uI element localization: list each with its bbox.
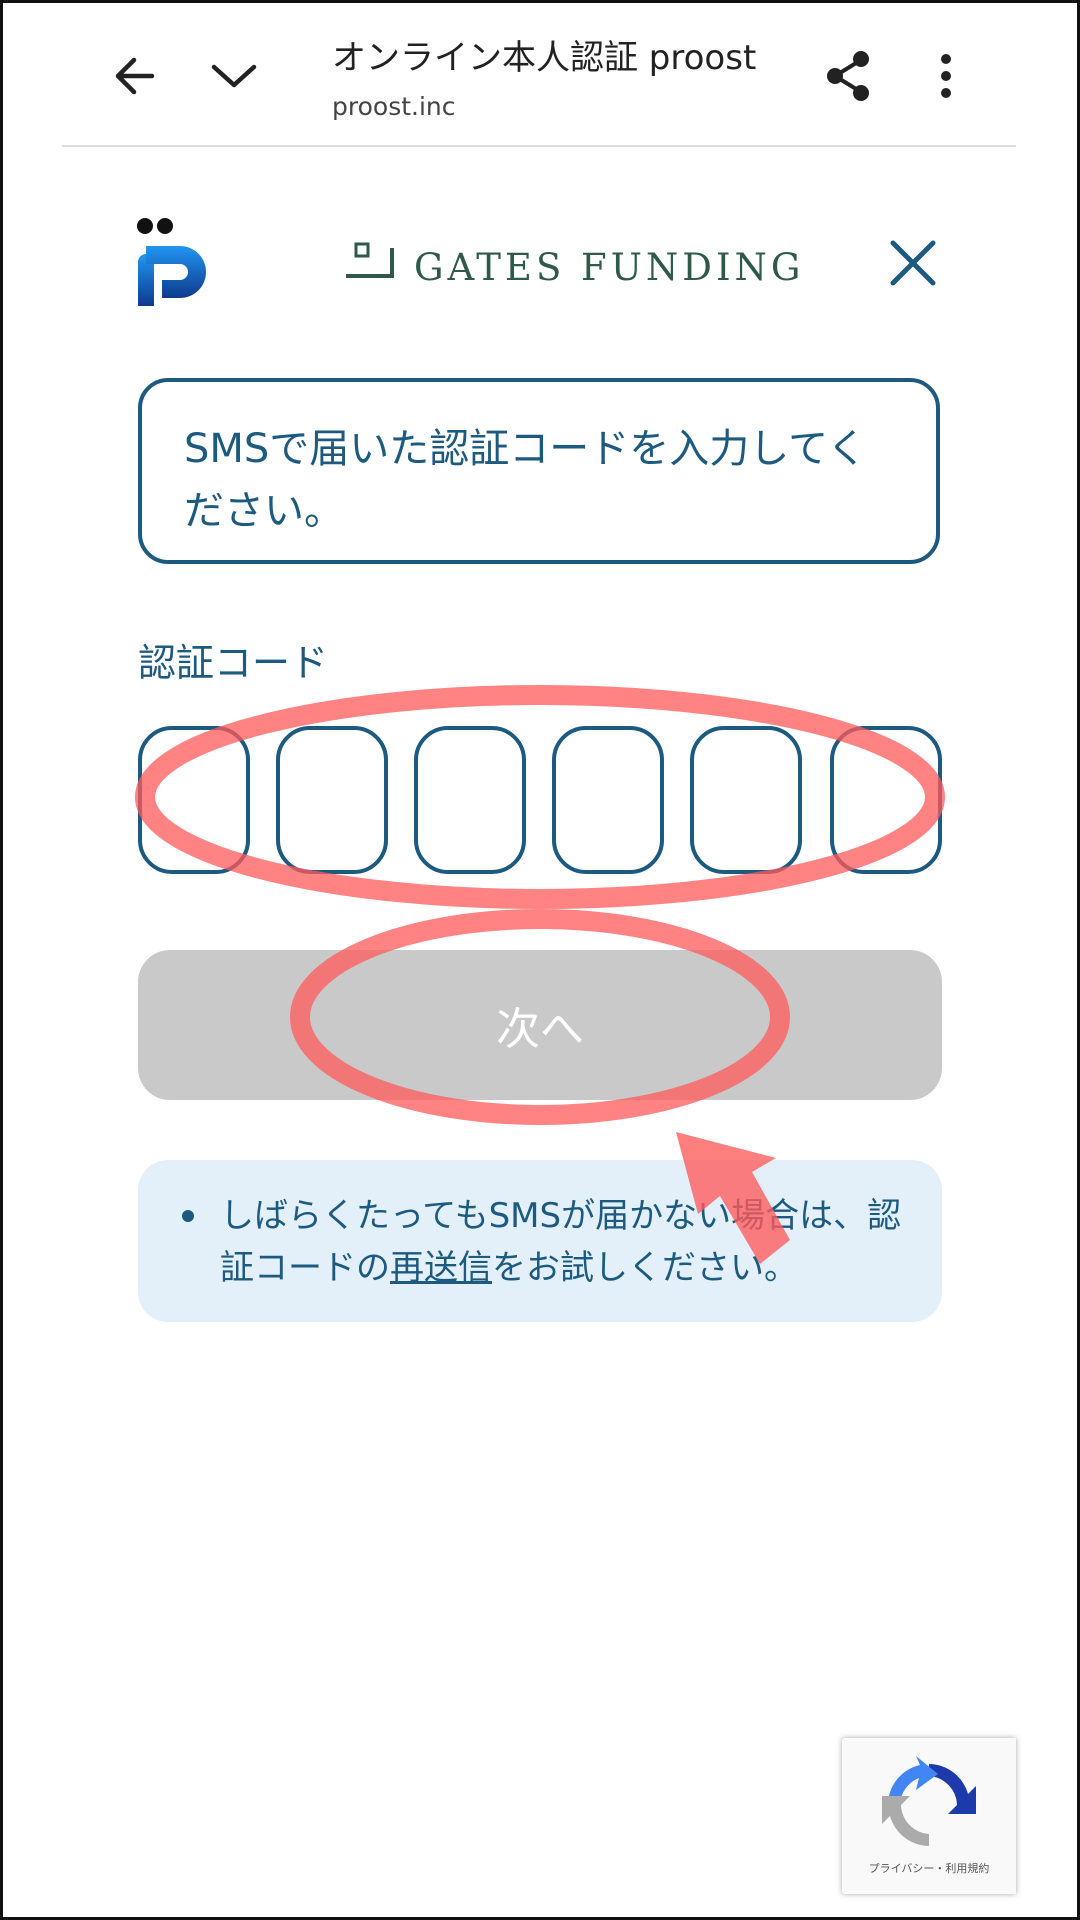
page-url: proost.inc bbox=[332, 92, 456, 121]
annotation-ellipse-code bbox=[135, 685, 945, 909]
code-digit-input-2[interactable] bbox=[276, 726, 388, 874]
next-button[interactable]: 次へ bbox=[138, 950, 942, 1100]
notice-text-suffix: をお試しください。 bbox=[492, 1248, 798, 1288]
resend-notice: しばらくたってもSMSが届かない場合は、認証コードの再送信をお試しください。 bbox=[138, 1160, 942, 1322]
recaptcha-label: プライバシー・利用規約 bbox=[868, 1862, 990, 1875]
page-title: オンライン本人認証 proost bbox=[332, 38, 757, 78]
back-arrow-icon[interactable] bbox=[106, 48, 162, 104]
partner-logo: GATES FUNDING bbox=[414, 246, 805, 289]
code-digit-input-1[interactable] bbox=[138, 726, 250, 874]
code-digit-input-3[interactable] bbox=[414, 726, 526, 874]
browser-toolbar: オンライン本人認証 proost proost.inc bbox=[0, 0, 1080, 148]
more-vert-icon[interactable] bbox=[918, 48, 974, 104]
code-label: 認証コード bbox=[138, 641, 329, 685]
code-digit-input-4[interactable] bbox=[552, 726, 664, 874]
gates-funding-mark-icon bbox=[346, 242, 396, 282]
toolbar-divider bbox=[62, 145, 1016, 147]
recaptcha-badge[interactable]: プライバシー・利用規約 bbox=[842, 1738, 1016, 1894]
instruction-text: SMSで届いた認証コードを入力してください。 bbox=[184, 426, 867, 534]
code-digit-input-5[interactable] bbox=[690, 726, 802, 874]
recaptcha-icon bbox=[882, 1756, 976, 1846]
proost-logo-icon bbox=[136, 218, 218, 306]
bullet-icon bbox=[182, 1210, 194, 1222]
resend-link[interactable]: 再送信 bbox=[390, 1248, 492, 1288]
chevron-down-icon[interactable] bbox=[206, 48, 262, 104]
close-icon[interactable] bbox=[885, 235, 941, 291]
share-icon[interactable] bbox=[820, 48, 876, 104]
code-digit-input-6[interactable] bbox=[830, 726, 942, 874]
instruction-box: SMSで届いた認証コードを入力してください。 bbox=[138, 378, 940, 564]
